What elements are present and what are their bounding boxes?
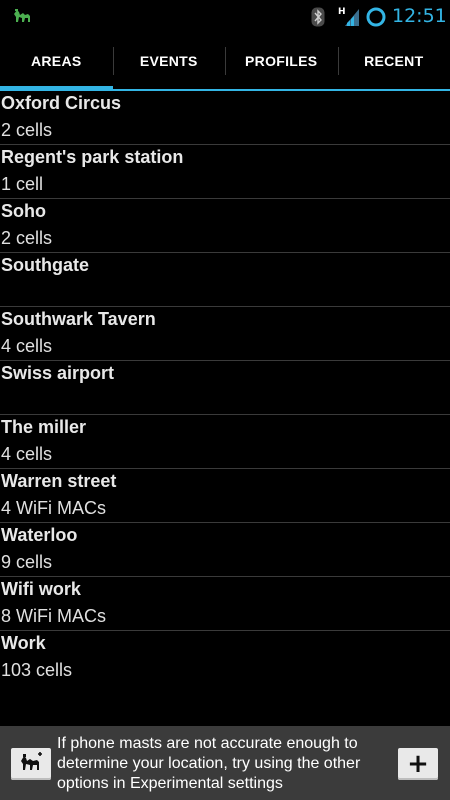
area-detail: 9 cells bbox=[1, 552, 53, 572]
area-name: Regent's park station bbox=[1, 147, 184, 167]
area-name: Warren street bbox=[1, 471, 117, 491]
tab-recent[interactable]: RECENT bbox=[337, 33, 450, 89]
camel-icon bbox=[18, 751, 44, 777]
area-name: Waterloo bbox=[1, 525, 78, 545]
list-item[interactable]: Regent's park station 1 cell bbox=[0, 145, 450, 199]
list-item[interactable]: Southwark Tavern 4 cells bbox=[0, 307, 450, 361]
list-item[interactable]: Swiss airport bbox=[0, 361, 450, 415]
areas-list: Oxford Circus 2 cells Regent's park stat… bbox=[0, 91, 450, 685]
area-name: Swiss airport bbox=[1, 363, 115, 383]
list-item[interactable]: Warren street 4 WiFi MACs bbox=[0, 469, 450, 523]
area-name: The miller bbox=[1, 417, 87, 437]
status-bar: H 12:51 bbox=[0, 0, 450, 33]
camel-icon bbox=[12, 6, 34, 30]
tab-events[interactable]: EVENTS bbox=[112, 33, 226, 89]
hint-footer: If phone masts are not accurate enough t… bbox=[0, 726, 450, 800]
list-item[interactable]: Wifi work 8 WiFi MACs bbox=[0, 577, 450, 631]
area-detail: 4 cells bbox=[1, 444, 53, 464]
area-name: Oxford Circus bbox=[1, 93, 122, 113]
area-name: Wifi work bbox=[1, 579, 81, 599]
area-name: Soho bbox=[1, 201, 46, 221]
clock: 12:51 bbox=[392, 5, 447, 27]
area-detail: 2 cells bbox=[1, 120, 53, 140]
list-item[interactable]: Southgate bbox=[0, 253, 450, 307]
list-item[interactable]: The miller 4 cells bbox=[0, 415, 450, 469]
list-item[interactable]: Waterloo 9 cells bbox=[0, 523, 450, 577]
tab-bar: AREAS EVENTS PROFILES RECENT bbox=[0, 33, 450, 91]
area-detail: 1 cell bbox=[1, 174, 44, 194]
tab-areas[interactable]: AREAS bbox=[0, 33, 113, 91]
area-name: Southgate bbox=[1, 255, 89, 275]
area-detail: 8 WiFi MACs bbox=[1, 606, 106, 626]
tab-profiles[interactable]: PROFILES bbox=[225, 33, 338, 89]
list-item[interactable]: Work 103 cells bbox=[0, 631, 450, 685]
hint-text: If phone masts are not accurate enough t… bbox=[57, 735, 361, 792]
add-area-button[interactable]: + bbox=[398, 748, 438, 780]
sync-icon bbox=[365, 6, 387, 32]
area-name: Southwark Tavern bbox=[1, 309, 156, 329]
area-detail: 2 cells bbox=[1, 228, 53, 248]
network-type: H bbox=[338, 7, 346, 17]
camel-button[interactable] bbox=[11, 748, 51, 780]
list-item[interactable]: Oxford Circus 2 cells bbox=[0, 91, 450, 145]
area-detail: 103 cells bbox=[1, 660, 73, 680]
area-name: Work bbox=[1, 633, 46, 653]
signal-icon: H bbox=[337, 5, 361, 31]
area-detail: 4 cells bbox=[1, 336, 53, 356]
area-detail: 4 WiFi MACs bbox=[1, 498, 106, 518]
bluetooth-icon bbox=[311, 7, 325, 31]
list-item[interactable]: Soho 2 cells bbox=[0, 199, 450, 253]
